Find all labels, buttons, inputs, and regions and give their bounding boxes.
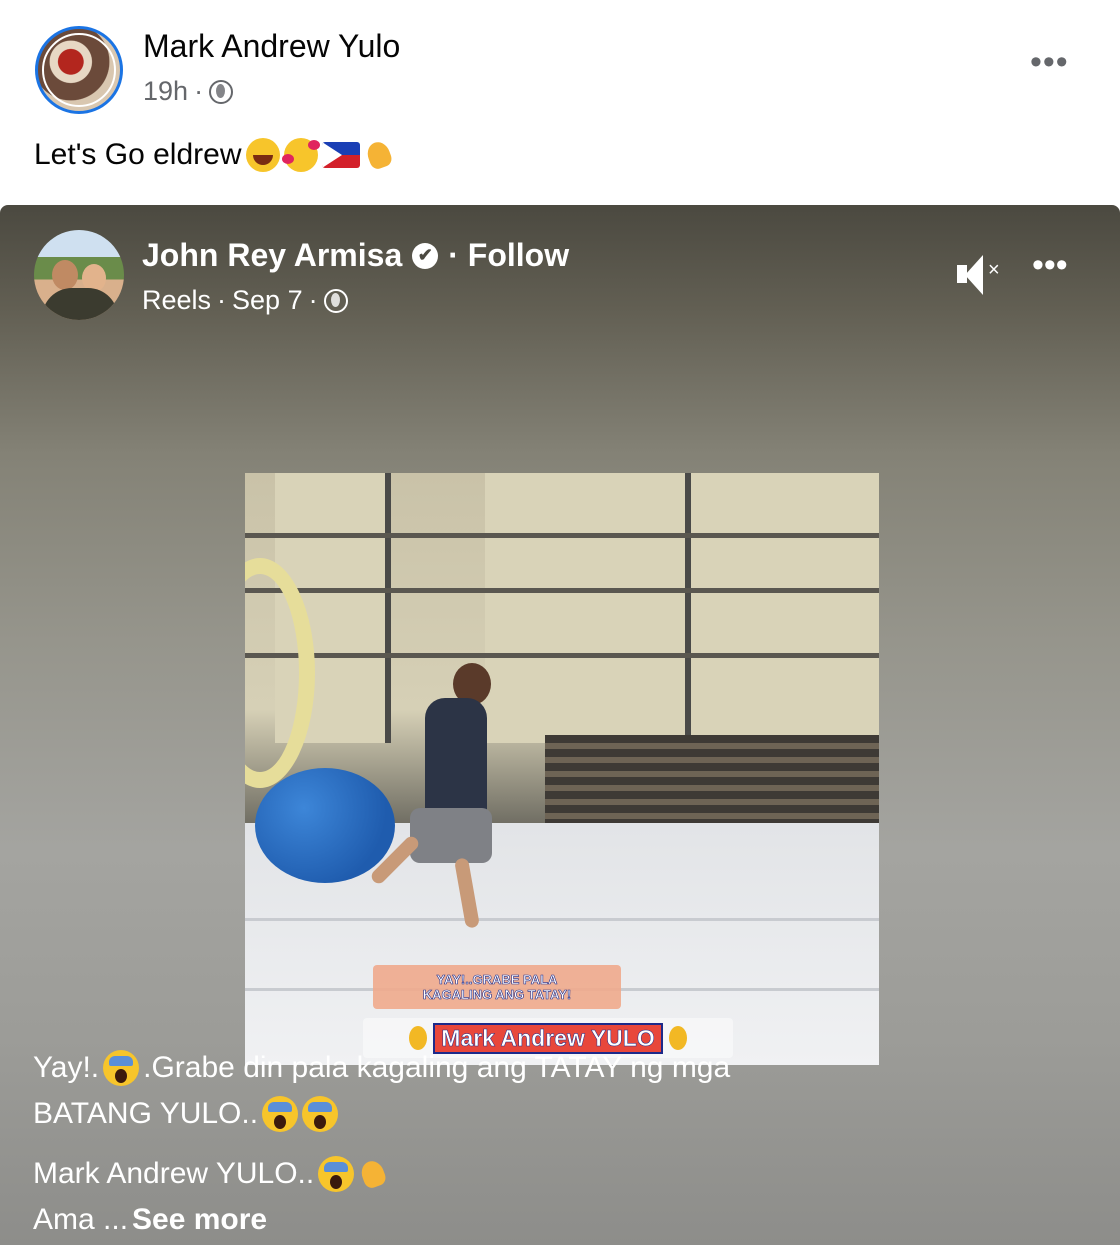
reel-more-options-icon[interactable]: •••	[1032, 248, 1068, 282]
screaming-face-icon	[103, 1050, 140, 1086]
exercise-ball	[255, 768, 395, 883]
post-meta: 19h ·	[143, 76, 234, 107]
reel-date[interactable]: Sep 7	[232, 285, 303, 316]
video-text-overlay: YAY!..GRABE PALA KAGALING ANG TATAY!	[373, 965, 621, 1009]
meta-separator: ·	[194, 76, 204, 106]
flexed-biceps-icon	[358, 1157, 392, 1191]
post-caption: Let's Go eldrew	[34, 138, 398, 172]
running-person	[425, 698, 487, 818]
laughing-emoji-icon	[245, 138, 280, 172]
reel-meta: Reels · Sep 7 ·	[142, 285, 348, 316]
meta-separator: ·	[217, 285, 227, 315]
caption-text: Let's Go eldrew	[34, 138, 242, 171]
follow-button[interactable]: · Follow	[448, 237, 569, 274]
meta-separator: ·	[308, 285, 318, 315]
globe-icon	[323, 288, 348, 313]
verified-badge-icon: ✔	[412, 242, 439, 269]
author-name[interactable]: Mark Andrew Yulo	[143, 28, 400, 65]
philippines-flag-icon	[321, 142, 360, 168]
screaming-face-icon	[302, 1096, 339, 1132]
flexed-biceps-icon	[364, 138, 398, 172]
post-time[interactable]: 19h	[143, 76, 188, 107]
reel-caption: Yay!. .Grabe din pala kagaling ang TATAY…	[33, 1045, 853, 1243]
screaming-face-icon	[318, 1156, 355, 1192]
more-options-icon[interactable]: •••	[1030, 45, 1069, 79]
reel-video[interactable]: YAY!..GRABE PALA KAGALING ANG TATAY! Mar…	[245, 473, 879, 1065]
facebook-post: Mark Andrew Yulo 19h · ••• Let's Go eldr…	[0, 0, 1120, 1245]
author-avatar[interactable]	[35, 26, 123, 114]
shared-reel[interactable]: John Rey Armisa ✔ · Follow Reels · Sep 7…	[0, 205, 1120, 1245]
globe-icon	[209, 79, 234, 104]
smiling-hearts-emoji-icon	[281, 138, 320, 172]
reel-author-name[interactable]: John Rey Armisa	[142, 237, 402, 274]
share-post: Mark Andrew Yulo 19h · ••• Let's Go eldr…	[0, 0, 1120, 205]
reel-type[interactable]: Reels	[142, 285, 211, 316]
mute-icon[interactable]: ×	[955, 253, 1005, 297]
see-more-link[interactable]: See more	[132, 1197, 267, 1243]
screaming-face-icon	[262, 1096, 299, 1132]
reel-author-avatar[interactable]	[34, 230, 124, 320]
reel-author-row: John Rey Armisa ✔ · Follow	[142, 237, 569, 274]
